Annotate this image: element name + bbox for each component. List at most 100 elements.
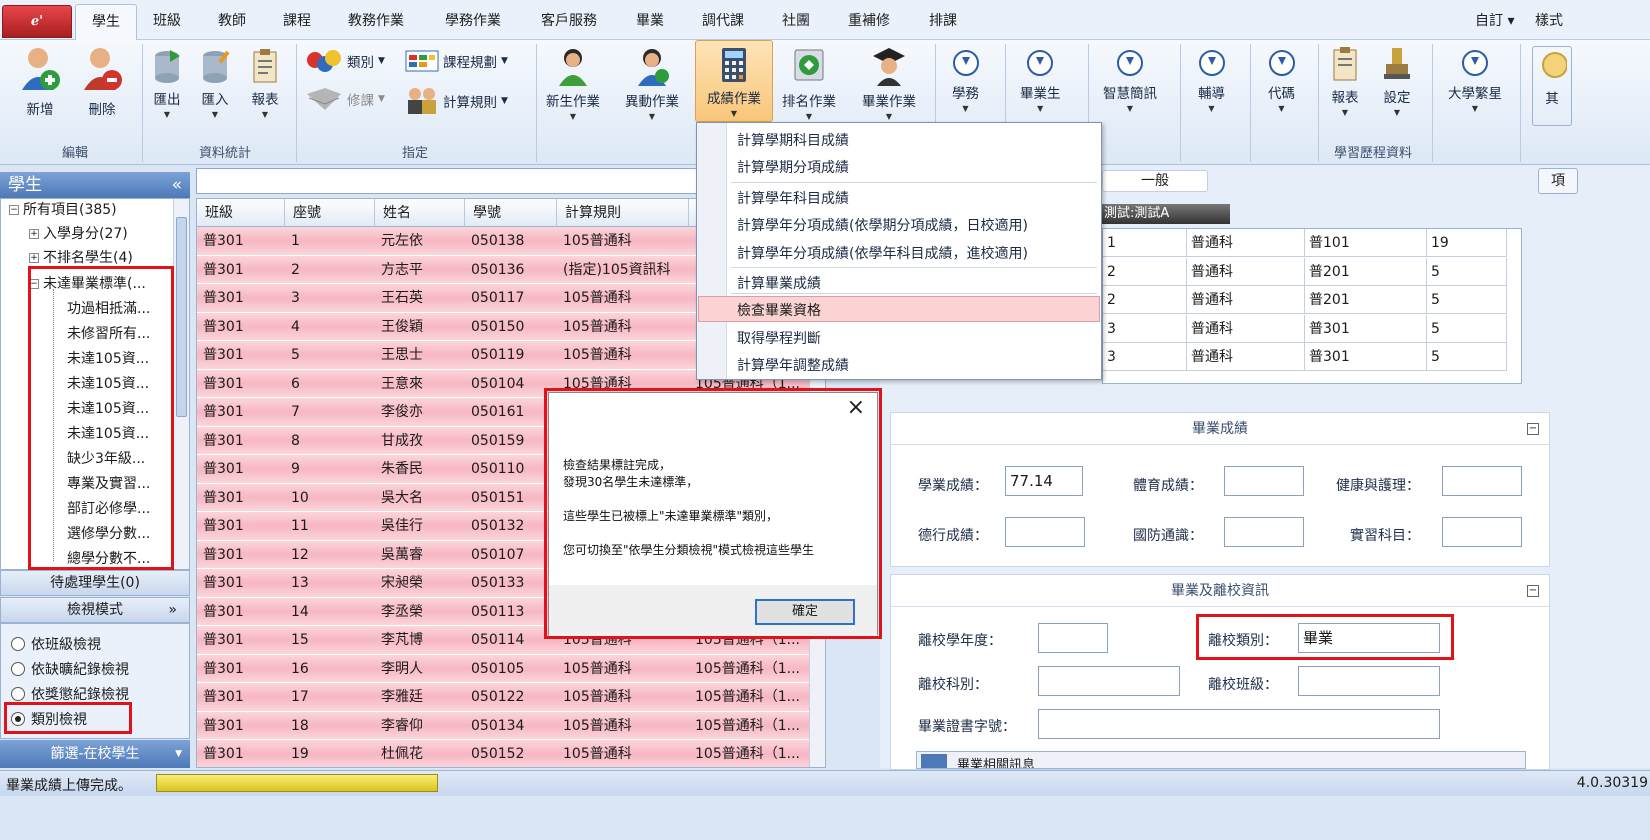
table-cell: 105普通科 — [563, 746, 632, 762]
category-button[interactable]: 類別 ▼ — [305, 48, 385, 74]
new-student-ops-button[interactable]: 新生作業 ▼ — [546, 46, 600, 121]
other-button[interactable]: 其 — [1532, 46, 1572, 126]
tree-node-unranked[interactable]: + 不排名學生(4) — [29, 247, 133, 267]
application-menu-button[interactable]: ℯ' — [2, 5, 72, 38]
menu-item-year-domain-day[interactable]: 計算學年分項成績(依學期分項成績，日校適用) — [737, 215, 1028, 235]
table-cell: 普301 — [203, 290, 244, 306]
menu-item-check-graduation[interactable]: 檢查畢業資格 — [698, 296, 1100, 322]
table-row[interactable]: 普301 18 李睿仰 050134 105普通科 105普通科（1... — [197, 711, 825, 740]
expand-icon[interactable]: + — [29, 229, 39, 239]
tab-academic-affairs[interactable]: 教務作業 — [348, 10, 404, 30]
table-cell: 4 — [291, 318, 300, 335]
table-row[interactable]: 普301 19 杜佩花 050152 105普通科 105普通科（1... — [197, 740, 825, 767]
tab-course[interactable]: 課程 — [283, 10, 311, 30]
scrollbar-thumb[interactable] — [176, 217, 187, 417]
settings-button[interactable]: 設定 ▼ — [1382, 46, 1412, 117]
transfer-ops-button[interactable]: 異動作業 ▼ — [625, 46, 679, 121]
view-mode-header[interactable]: 檢視模式» — [0, 597, 190, 623]
col-header-student-id[interactable]: 學號 — [465, 199, 557, 227]
menu-item-grad-score[interactable]: 計算畢業成績 — [737, 273, 821, 293]
repair-course-button[interactable]: 修課 ▼ — [305, 86, 385, 112]
graduates-button[interactable]: 畢業生 ▼ — [1020, 50, 1061, 113]
history-report-button[interactable]: 報表 ▼ — [1330, 46, 1360, 117]
code-button[interactable]: 代碼 ▼ — [1268, 50, 1295, 113]
pending-students[interactable]: 待處理學生(0) — [0, 570, 190, 596]
table-cell: 050136 — [471, 261, 525, 278]
smart-sms-button[interactable]: 智慧簡訊 ▼ — [1103, 50, 1157, 113]
close-icon[interactable]: × — [847, 395, 865, 420]
tree-node-all[interactable]: − 所有項目(385) — [9, 199, 117, 219]
tab-class[interactable]: 班級 — [153, 10, 181, 30]
collapse-section-icon[interactable]: − — [1527, 585, 1539, 597]
intern-score-field[interactable] — [1442, 517, 1522, 547]
pe-score-field[interactable] — [1224, 466, 1304, 496]
calc-rule-button[interactable]: 計算規則 ▼ — [405, 86, 508, 116]
table-cell: 王思士 — [381, 347, 423, 363]
table-row[interactable]: 普301 16 李明人 050105 105普通科 105普通科（1... — [197, 654, 825, 683]
filter-dropdown[interactable]: 篩選-在校學生 ▼ — [0, 740, 190, 768]
tab-student[interactable]: 學生 — [75, 4, 137, 41]
radio-view-by-class[interactable]: 依班級檢視 — [11, 634, 101, 654]
menu-item-semester-domain[interactable]: 計算學期分項成績 — [737, 157, 849, 177]
col-header-name[interactable]: 姓名 — [375, 199, 465, 227]
col-header-class[interactable]: 班級 — [197, 199, 285, 227]
export-button[interactable]: 匯出 ▼ — [152, 48, 182, 119]
expand-icon[interactable]: + — [29, 253, 39, 263]
leave-class-field[interactable] — [1298, 666, 1440, 696]
university-star-button[interactable]: 大學繁星 ▼ — [1448, 50, 1502, 113]
tab-schedule[interactable]: 排課 — [929, 10, 957, 30]
cert-number-field[interactable] — [1038, 709, 1440, 739]
stats-report-button[interactable]: 報表 ▼ — [250, 48, 280, 119]
col-header-seat[interactable]: 座號 — [285, 199, 375, 227]
menu-item-year-domain-night[interactable]: 計算學年分項成績(依學年科目成績，進校適用) — [737, 243, 1028, 263]
radio-view-by-reward[interactable]: 依獎懲紀錄檢視 — [11, 684, 129, 704]
radio-view-by-absence[interactable]: 依缺曠紀錄檢視 — [11, 659, 129, 679]
tree-node-admission[interactable]: + 入學身分(27) — [29, 223, 128, 243]
menu-item-year-adjust[interactable]: 計算學年調整成績 — [737, 355, 849, 375]
table-cell: 吳大名 — [381, 489, 423, 506]
table-row[interactable]: 普301 17 李雅廷 050122 105普通科 105普通科（1... — [197, 683, 825, 712]
affairs-button[interactable]: 學務 ▼ — [952, 50, 979, 113]
history-cell: 普通科 — [1187, 343, 1305, 371]
tab-customer-service[interactable]: 客戶服務 — [541, 10, 597, 30]
collapse-panel-button[interactable]: « — [172, 172, 182, 198]
tab-retake[interactable]: 重補修 — [848, 10, 890, 30]
moral-score-field[interactable] — [1005, 517, 1085, 547]
defense-score-field[interactable] — [1224, 517, 1304, 547]
tab-general[interactable]: 一般 — [1102, 170, 1208, 192]
group-label-assign: 指定 — [401, 146, 428, 161]
graduate-ops-button[interactable]: 畢業作業 ▼ — [862, 46, 916, 121]
menu-item-semester-subject[interactable]: 計算學期科目成績 — [737, 130, 849, 150]
history-cell: 普通科 — [1187, 314, 1305, 343]
counsel-button[interactable]: 輔導 ▼ — [1198, 50, 1225, 113]
tab-teacher[interactable]: 教師 — [218, 10, 246, 30]
table-cell: 李丞榮 — [381, 603, 423, 620]
leave-year-field[interactable] — [1038, 623, 1108, 653]
leave-dept-field[interactable] — [1038, 666, 1180, 696]
add-student-button[interactable]: 新增 — [18, 44, 62, 118]
rank-ops-button[interactable]: 排名作業 ▼ — [782, 46, 836, 121]
collapse-section-icon[interactable]: − — [1527, 423, 1539, 435]
tab-graduation[interactable]: 畢業 — [636, 10, 664, 30]
tab-style[interactable]: 樣式 — [1535, 10, 1563, 30]
item-button[interactable]: 項 — [1538, 168, 1578, 194]
academic-score-field[interactable]: 77.14 — [1005, 466, 1083, 496]
tab-custom[interactable]: 自訂 ▾ — [1475, 10, 1514, 30]
score-ops-button[interactable]: 成績作業 ▼ — [695, 40, 773, 122]
tree-scrollbar[interactable] — [173, 199, 189, 569]
tab-substitute[interactable]: 調代課 — [702, 10, 744, 30]
tab-club[interactable]: 社團 — [782, 10, 810, 30]
collapse-icon[interactable]: − — [9, 205, 19, 215]
table-cell: 105普通科 — [563, 689, 632, 705]
tab-student-affairs[interactable]: 學務作業 — [445, 10, 501, 30]
col-header-rule[interactable]: 計算規則 — [557, 199, 689, 227]
delete-student-button[interactable]: 刪除 — [80, 44, 124, 118]
health-score-field[interactable] — [1442, 466, 1522, 496]
group-label-stats: 資料統計 — [198, 146, 251, 161]
table-cell: 普301 — [203, 432, 244, 449]
ok-button[interactable]: 確定 — [755, 599, 855, 625]
menu-item-year-subject[interactable]: 計算學年科目成績 — [737, 188, 849, 208]
course-plan-button[interactable]: 課程規劃 ▼ — [405, 48, 508, 74]
menu-item-program[interactable]: 取得學程判斷 — [737, 328, 821, 348]
import-button[interactable]: 匯入 ▼ — [200, 48, 230, 119]
